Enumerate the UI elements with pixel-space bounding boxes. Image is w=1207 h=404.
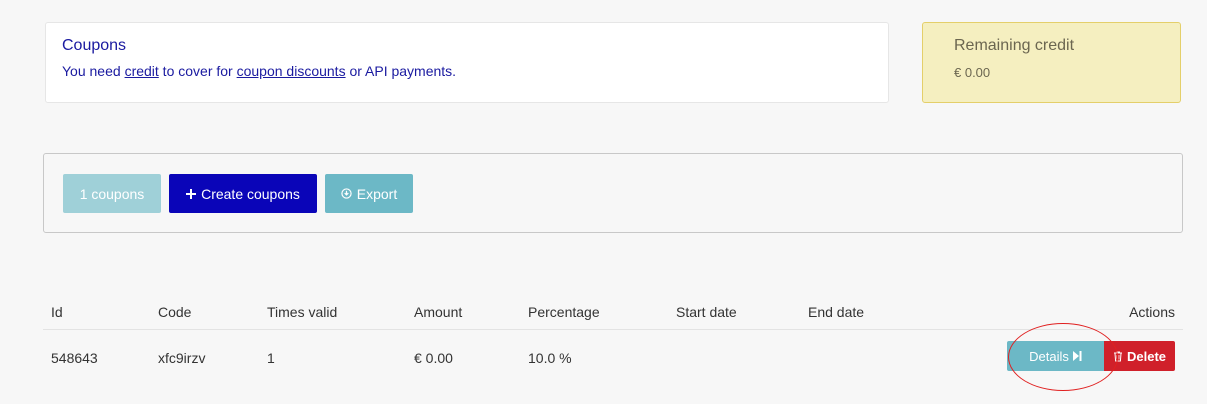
credit-link[interactable]: credit: [125, 63, 159, 79]
coupon-discounts-link[interactable]: coupon discounts: [237, 63, 346, 79]
header-times-valid: Times valid: [267, 304, 338, 320]
create-coupons-button[interactable]: Create coupons: [169, 174, 317, 213]
delete-button[interactable]: Delete: [1104, 341, 1175, 371]
cell-times-valid: 1: [267, 350, 275, 366]
cell-amount: € 0.00: [414, 350, 453, 366]
coupons-description: You need credit to cover for coupon disc…: [62, 63, 872, 79]
coupons-toolbar: 1 coupons Create coupons Export: [43, 153, 1183, 233]
row-actions: Details Delete: [1007, 341, 1175, 371]
header-percentage: Percentage: [528, 304, 600, 320]
header-actions: Actions: [1129, 304, 1175, 320]
header-amount: Amount: [414, 304, 463, 320]
header-start-date: Start date: [676, 304, 737, 320]
export-button[interactable]: Export: [325, 174, 413, 213]
cell-percentage: 10.0 %: [528, 350, 572, 366]
header-end-date: End date: [808, 304, 865, 320]
trash-icon: [1113, 351, 1123, 362]
table-row: 548643 xfc9irzv 1 € 0.00 10.0 % Details …: [43, 331, 1183, 383]
create-coupons-label: Create coupons: [201, 185, 300, 202]
export-label: Export: [356, 185, 398, 202]
coupons-count-button[interactable]: 1 coupons: [63, 174, 161, 213]
details-button[interactable]: Details: [1007, 341, 1104, 371]
coupons-title: Coupons: [62, 37, 127, 54]
header-code: Code: [158, 304, 192, 320]
step-forward-icon: [1072, 351, 1082, 361]
details-label: Details: [1029, 348, 1069, 364]
cell-code: xfc9irzv: [158, 350, 206, 366]
table-header: Id Code Times valid Amount Percentage St…: [43, 300, 1183, 330]
remaining-credit-title: Remaining credit: [954, 37, 1075, 54]
coupons-count-label: 1 coupons: [79, 185, 145, 202]
download-circle-icon: [341, 188, 352, 199]
header-id: Id: [51, 304, 63, 320]
cell-id: 548643: [51, 350, 98, 366]
desc-text-2: to cover for: [158, 63, 237, 79]
desc-text-1: You need: [62, 63, 125, 79]
remaining-credit-panel: Remaining credit € 0.00: [922, 22, 1181, 103]
delete-label: Delete: [1126, 348, 1167, 364]
desc-text-3: or API payments.: [345, 63, 457, 79]
plus-icon: [186, 188, 197, 199]
coupons-info-panel: Coupons You need credit to cover for cou…: [45, 22, 889, 103]
remaining-credit-value: € 0.00: [954, 65, 991, 80]
